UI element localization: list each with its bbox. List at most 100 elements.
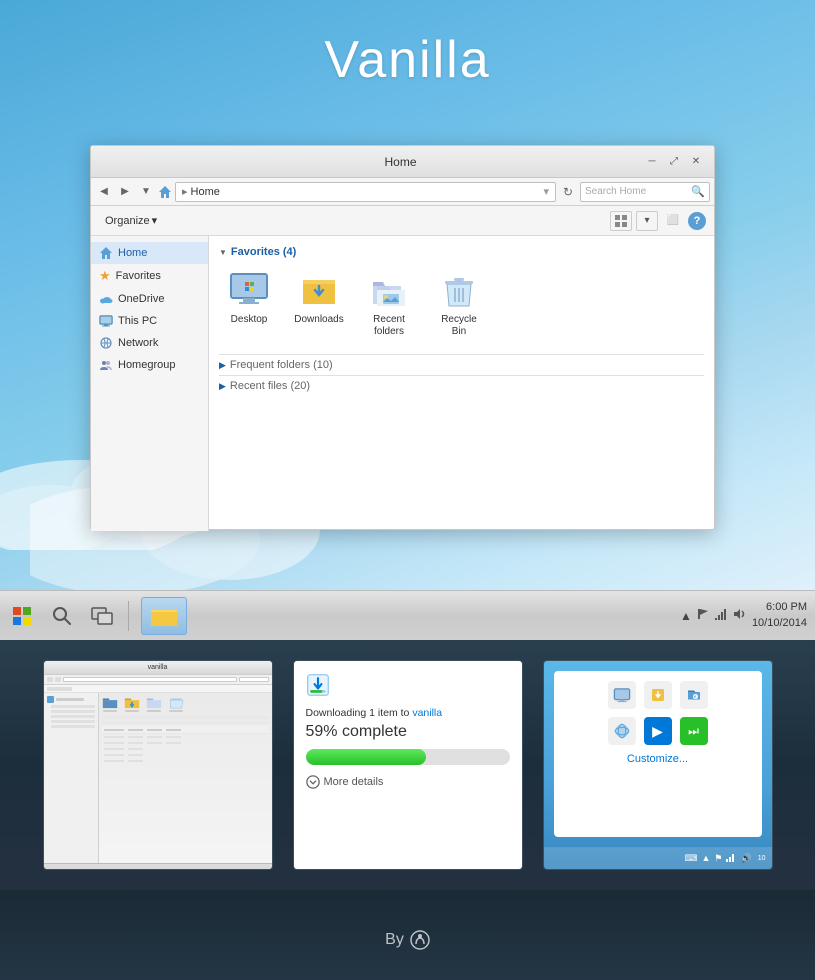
address-bar: ◀ ▶ ▼ ▸ Home ▾ ↻ Search Home 🔍 — [91, 178, 714, 206]
tray-icon-1[interactable] — [608, 681, 636, 709]
maximize-button[interactable]: ⤢ — [664, 154, 684, 170]
favorites-grid: Desktop Downloads — [219, 266, 704, 342]
page-title: Vanilla — [0, 30, 815, 90]
thumbnail-download[interactable]: Downloading 1 item to vanilla 59% comple… — [293, 660, 523, 870]
explorer-window: Home ─ ⤢ ✕ ◀ ▶ ▼ ▸ Home ▾ ↻ Search Home … — [90, 145, 715, 530]
thumb2-content: Downloading 1 item to vanilla 59% comple… — [294, 661, 522, 869]
start-icon — [11, 605, 33, 627]
nav-item-homegroup[interactable]: Homegroup — [91, 354, 208, 376]
download-text: Downloading 1 item to vanilla — [306, 707, 510, 719]
help-button[interactable]: ? — [688, 212, 706, 230]
progress-bar-fill — [306, 749, 426, 765]
clock-date: 10/10/2014 — [752, 616, 807, 631]
homegroup-icon — [99, 358, 113, 372]
thumb1-content: vanilla — [44, 661, 272, 869]
tray-icon-3[interactable] — [680, 681, 708, 709]
thumbnail-tray[interactable]: ▶ ⏭ Customize... ⌨ ▲ ⚑ — [543, 660, 773, 870]
recent-folders-icon — [369, 270, 409, 310]
search-placeholder: Search Home — [585, 186, 691, 197]
sys-tray: ▲ — [680, 607, 746, 624]
minimize-button[interactable]: ─ — [642, 154, 662, 170]
window-title: Home — [159, 155, 642, 169]
nav-item-network[interactable]: Network — [91, 332, 208, 354]
favorites-title: Favorites (4) — [231, 246, 296, 258]
thumb1-main — [99, 693, 272, 863]
nav-item-favorites[interactable]: ★ Favorites — [91, 264, 208, 288]
tray-icon-4[interactable] — [608, 717, 636, 745]
nav-onedrive-label: OneDrive — [118, 293, 164, 305]
folder-taskbar-icon — [149, 604, 179, 628]
thumb3-keyboard-icon: ⌨ — [684, 853, 697, 864]
tray-icon-2[interactable] — [644, 681, 672, 709]
thumbnails-section: vanilla — [0, 640, 815, 890]
view-tiles-button[interactable] — [610, 211, 632, 231]
close-button[interactable]: ✕ — [686, 154, 706, 170]
thumbnail-explorer[interactable]: vanilla — [43, 660, 273, 870]
taskbar-left — [0, 591, 195, 640]
thumb3-taskbar: ⌨ ▲ ⚑ 🔊 10 — [544, 847, 772, 869]
fav-item-recent[interactable]: Recent folders — [359, 266, 419, 342]
show-hidden-icons[interactable]: ▲ — [680, 609, 692, 623]
search-taskbar-icon — [51, 605, 73, 627]
refresh-button[interactable]: ↻ — [559, 183, 577, 201]
search-box[interactable]: Search Home 🔍 — [580, 182, 710, 202]
explorer-taskbar-item[interactable] — [141, 597, 187, 635]
nav-item-thispc[interactable]: This PC — [91, 310, 208, 332]
nav-thispc-label: This PC — [118, 315, 157, 327]
preview-pane-button[interactable]: ⬜ — [662, 211, 684, 231]
fav-desktop-label: Desktop — [231, 314, 268, 326]
toolbar: Organize ▾ ▾ ⬜ ? — [91, 206, 714, 236]
task-view-button[interactable] — [88, 602, 116, 630]
content-pane: ▼ Favorites (4) — [209, 236, 714, 531]
forward-button[interactable]: ▶ — [116, 183, 134, 201]
author-logo-icon — [410, 930, 430, 950]
address-path[interactable]: ▸ Home ▾ — [175, 182, 556, 202]
action-center-icon[interactable] — [696, 607, 710, 624]
recycle-bin-icon — [439, 270, 479, 310]
thumb3-net-icon — [726, 852, 736, 864]
nav-item-home[interactable]: Home — [91, 242, 208, 264]
more-details-button[interactable]: More details — [306, 775, 510, 789]
tray-popup: ▶ ⏭ Customize... — [554, 671, 762, 837]
tray-icons-row-2: ▶ ⏭ — [564, 717, 752, 745]
tray-icon-6[interactable]: ⏭ — [680, 717, 708, 745]
nav-item-onedrive[interactable]: OneDrive — [91, 288, 208, 310]
taskbar-right: ▲ — [672, 600, 815, 631]
onedrive-icon — [99, 292, 113, 306]
taskbar: ▲ — [0, 590, 815, 640]
favorites-header[interactable]: ▼ Favorites (4) — [219, 246, 704, 258]
search-taskbar-button[interactable] — [48, 602, 76, 630]
favorites-arrow: ▼ — [219, 248, 227, 257]
system-clock[interactable]: 6:00 PM 10/10/2014 — [752, 600, 807, 631]
fav-item-recycle[interactable]: Recycle Bin — [429, 266, 489, 342]
window-body: Home ★ Favorites OneDrive — [91, 236, 714, 531]
fav-item-desktop[interactable]: Desktop — [219, 266, 279, 342]
thumb1-body — [44, 693, 272, 863]
download-percent: 59% complete — [306, 723, 510, 741]
address-text: Home — [191, 186, 220, 198]
network-tray-icon[interactable] — [714, 607, 728, 624]
download-destination: vanilla — [412, 707, 442, 719]
organize-arrow: ▾ — [152, 214, 158, 227]
tray-icons-row-1 — [564, 681, 752, 709]
clock-time: 6:00 PM — [752, 600, 807, 615]
star-icon: ★ — [99, 268, 111, 284]
back-button[interactable]: ◀ — [95, 183, 113, 201]
tray-icon-5[interactable]: ▶ — [644, 717, 672, 745]
progress-bar-background — [306, 749, 510, 765]
home-nav-icon — [99, 246, 113, 260]
taskbar-separator — [128, 601, 129, 631]
volume-icon[interactable] — [732, 607, 746, 624]
recent-files-label: Recent files (20) — [230, 380, 310, 392]
organize-button[interactable]: Organize ▾ — [99, 212, 163, 229]
window-titlebar: Home ─ ⤢ ✕ — [91, 146, 714, 178]
frequent-folders-row[interactable]: ▶ Frequent folders (10) — [219, 354, 704, 375]
customize-button[interactable]: Customize... — [564, 753, 752, 765]
download-dialog-icon — [306, 673, 330, 697]
view-dropdown-button[interactable]: ▾ — [636, 211, 658, 231]
recent-files-row[interactable]: ▶ Recent files (20) — [219, 375, 704, 396]
fav-item-downloads[interactable]: Downloads — [289, 266, 349, 342]
frequent-arrow: ▶ — [219, 360, 226, 371]
start-button[interactable] — [8, 602, 36, 630]
up-button[interactable]: ▼ — [137, 183, 155, 201]
